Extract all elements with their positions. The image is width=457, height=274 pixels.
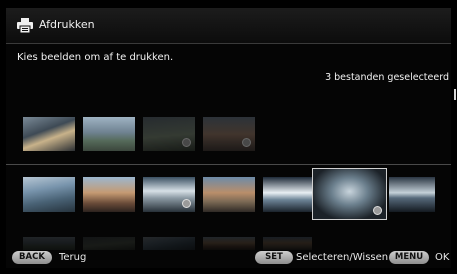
page-title: Afdrukken [39,18,95,31]
image-thumbnail[interactable] [263,177,312,212]
check-mark-icon [242,138,251,147]
image-thumbnail[interactable] [203,177,255,212]
image-thumbnail[interactable] [83,177,135,212]
selected-thumbnail[interactable] [23,117,75,151]
menu-button[interactable]: MENU [389,251,429,264]
image-thumbnail[interactable] [23,237,75,250]
selected-thumbnail[interactable] [83,117,135,151]
check-mark-icon [182,138,191,147]
menu-label: OK [435,252,450,263]
title-bar: Afdrukken [6,8,451,44]
image-thumbnail[interactable] [143,177,195,212]
set-label: Selecteren/Wissen [296,252,389,263]
back-button[interactable]: BACK [12,251,52,264]
image-thumbnail[interactable] [83,237,135,250]
set-button[interactable]: SET [255,251,293,264]
image-thumbnail[interactable] [389,177,435,212]
image-thumbnail-focused[interactable] [312,168,387,220]
printer-icon [17,18,33,33]
instruction-text: Kies beelden om af te drukken. [17,52,174,63]
scrollbar[interactable] [454,89,456,100]
image-thumbnail[interactable] [263,237,312,250]
selected-thumbnail[interactable] [203,117,255,151]
selected-thumbnail[interactable] [143,117,195,151]
check-mark-icon [182,199,191,208]
selection-count: 3 bestanden geselecteerd [325,72,449,83]
check-mark-icon [373,206,382,215]
divider [6,164,451,165]
back-label: Terug [59,252,87,263]
image-thumbnail[interactable] [203,237,255,250]
image-thumbnail[interactable] [143,237,195,250]
image-thumbnail[interactable] [23,177,75,212]
